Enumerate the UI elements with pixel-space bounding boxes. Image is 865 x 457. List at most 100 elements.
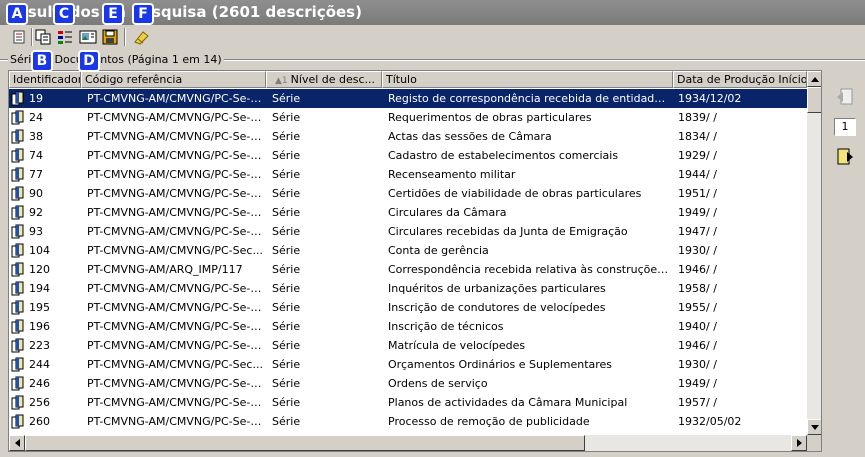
sort-records-button[interactable] [55, 28, 75, 46]
cell-data: 1946/ / [678, 339, 717, 352]
table-row[interactable]: 120 PT-CMVNG-AM/ARQ_IMP/117 Série Correspon… [9, 260, 807, 279]
scroll-corner [807, 435, 821, 451]
cell-ref: PT-CMVNG-AM/CMVNG/PC-Se-S... [87, 225, 265, 238]
cell-data: 1930/ / [678, 244, 717, 257]
marker-e: E [102, 3, 124, 25]
copy-records-button[interactable] [33, 28, 53, 46]
cell-nivel: Série [272, 168, 301, 181]
clear-selection-button[interactable] [131, 28, 151, 46]
cell-data: 1834/ / [678, 130, 717, 143]
table-row[interactable]: 74 PT-CMVNG-AM/CMVNG/PC-Se-S... Série Cadas… [9, 146, 807, 165]
cell-ref: PT-CMVNG-AM/CMVNG/PC-Se-S... [87, 301, 265, 314]
horizontal-scroll-thumb[interactable] [25, 435, 585, 451]
document-series-icon [11, 224, 25, 239]
table-row[interactable]: 256 PT-CMVNG-AM/CMVNG/PC-Se-S... Série Plan… [9, 393, 807, 412]
cell-ref: PT-CMVNG-AM/CMVNG/PC-Se-S... [87, 168, 265, 181]
document-series-icon [11, 357, 25, 372]
cell-nivel: Série [272, 263, 301, 276]
vertical-scrollbar[interactable] [807, 71, 821, 435]
save-disk-icon [102, 29, 118, 45]
cell-ref: PT-CMVNG-AM/CMVNG/PC-Se-S... [87, 92, 265, 105]
document-series-icon [11, 395, 25, 410]
arrow-down-icon [811, 424, 819, 430]
next-page-button[interactable] [833, 145, 857, 169]
scroll-left-button[interactable] [9, 435, 25, 451]
table-row[interactable]: 194 PT-CMVNG-AM/CMVNG/PC-Se-S... Série Inqu… [9, 279, 807, 298]
cell-titulo: Certidões de viabilidade de obras partic… [388, 187, 642, 200]
document-series-icon [11, 205, 25, 220]
table-row[interactable]: 195 PT-CMVNG-AM/CMVNG/PC-Se-S... Série Insc… [9, 298, 807, 317]
cell-titulo: Cadastro de estabelecimentos comerciais [388, 149, 619, 162]
cell-data: 1929/ / [678, 149, 717, 162]
table-row[interactable]: 92 PT-CMVNG-AM/CMVNG/PC-Se-S... Série Circu… [9, 203, 807, 222]
list-view-icon [12, 29, 28, 45]
cell-data: 1930/ / [678, 358, 717, 371]
table-row[interactable]: 196 PT-CMVNG-AM/CMVNG/PC-Se-S... Série Insc… [9, 317, 807, 336]
document-series-icon [11, 300, 25, 315]
column-header-identificador[interactable]: Identificador [9, 71, 81, 88]
cell-ref: PT-CMVNG-AM/CMVNG/PC-Sec... [87, 244, 263, 257]
cell-ref: PT-CMVNG-AM/CMVNG/PC-Se-S... [87, 206, 265, 219]
column-header-data-producao[interactable]: Data de Produção Início [673, 71, 807, 88]
table-row[interactable]: 19 PT-CMVNG-AM/CMVNG/PC-Se-S... Série Regis… [9, 89, 807, 108]
table-row[interactable]: 244 PT-CMVNG-AM/CMVNG/PC-Sec... Série Orçam… [9, 355, 807, 374]
previous-page-button[interactable] [833, 85, 857, 109]
document-series-icon [11, 281, 25, 296]
cell-nivel: Série [272, 377, 301, 390]
list-view-button[interactable] [10, 28, 30, 46]
column-header-nivel[interactable]: ▲1 Nível de desc... [266, 71, 382, 88]
column-header-codigo-referencia[interactable]: Código referência [81, 71, 266, 88]
table-row[interactable]: 24 PT-CMVNG-AM/CMVNG/PC-Se-S... Série Reque… [9, 108, 807, 127]
cell-id: 19 [29, 92, 43, 105]
cell-ref: PT-CMVNG-AM/CMVNG/PC-Se-S... [87, 111, 265, 124]
column-header-titulo[interactable]: Título [382, 71, 673, 88]
cell-nivel: Série [272, 206, 301, 219]
export-button[interactable] [100, 28, 120, 46]
cell-data: 1951/ / [678, 187, 717, 200]
document-series-icon [11, 91, 25, 106]
cell-titulo: Actas das sessões de Câmara [388, 130, 552, 143]
table-row[interactable]: 38 PT-CMVNG-AM/CMVNG/PC-Se-S... Série Actas… [9, 127, 807, 146]
page-number-field[interactable]: 1 [834, 118, 856, 136]
cell-data: 1934/12/02 [678, 92, 742, 105]
cell-id: 38 [29, 130, 43, 143]
table-row[interactable]: 90 PT-CMVNG-AM/CMVNG/PC-Se-S... Série Certi… [9, 184, 807, 203]
column-header-nivel-label: Nível de desc... [290, 73, 376, 86]
cell-nivel: Série [272, 244, 301, 257]
scroll-right-button[interactable] [791, 435, 807, 451]
toolbar [0, 25, 865, 49]
table-row[interactable]: 77 PT-CMVNG-AM/CMVNG/PC-Se-S... Série Recen… [9, 165, 807, 184]
scroll-up-button[interactable] [807, 71, 821, 87]
cell-id: 92 [29, 206, 43, 219]
document-series-icon [11, 243, 25, 258]
document-series-icon [11, 414, 25, 429]
horizontal-scrollbar[interactable] [9, 435, 807, 451]
cell-ref: PT-CMVNG-AM/CMVNG/PC-Se-S... [87, 415, 265, 428]
cell-id: 90 [29, 187, 43, 200]
table-row[interactable]: 246 PT-CMVNG-AM/CMVNG/PC-Se-S... Série Orde… [9, 374, 807, 393]
cell-id: 74 [29, 149, 43, 162]
cell-nivel: Série [272, 111, 301, 124]
scroll-down-button[interactable] [807, 419, 821, 435]
cell-ref: PT-CMVNG-AM/CMVNG/PC-Sec... [87, 358, 263, 371]
cell-data: 1940/ / [678, 320, 717, 333]
cell-ref: PT-CMVNG-AM/CMVNG/PC-Se-S... [87, 377, 265, 390]
cell-titulo: Ordens de serviço [388, 377, 488, 390]
results-grid[interactable]: Identificador Código referência ▲1 Nível … [8, 70, 822, 452]
document-series-icon [11, 148, 25, 163]
table-row[interactable]: 260 PT-CMVNG-AM/CMVNG/PC-Se-S... Série Proc… [9, 412, 807, 431]
cell-titulo: Inquéritos de urbanizações particulares [388, 282, 606, 295]
cell-id: 93 [29, 225, 43, 238]
vertical-scroll-thumb[interactable] [807, 87, 821, 113]
open-record-button[interactable] [78, 28, 98, 46]
previous-page-icon [837, 88, 853, 105]
cell-data: 1949/ / [678, 377, 717, 390]
table-row[interactable]: 93 PT-CMVNG-AM/CMVNG/PC-Se-S... Série Circu… [9, 222, 807, 241]
table-row[interactable]: 223 PT-CMVNG-AM/CMVNG/PC-Se-S... Série Matr… [9, 336, 807, 355]
cell-data: 1955/ / [678, 301, 717, 314]
next-page-icon [837, 148, 853, 165]
cell-ref: PT-CMVNG-AM/CMVNG/PC-Se-S... [87, 396, 265, 409]
document-series-icon [11, 338, 25, 353]
cell-id: 244 [29, 358, 50, 371]
table-row[interactable]: 104 PT-CMVNG-AM/CMVNG/PC-Sec... Série Conta… [9, 241, 807, 260]
